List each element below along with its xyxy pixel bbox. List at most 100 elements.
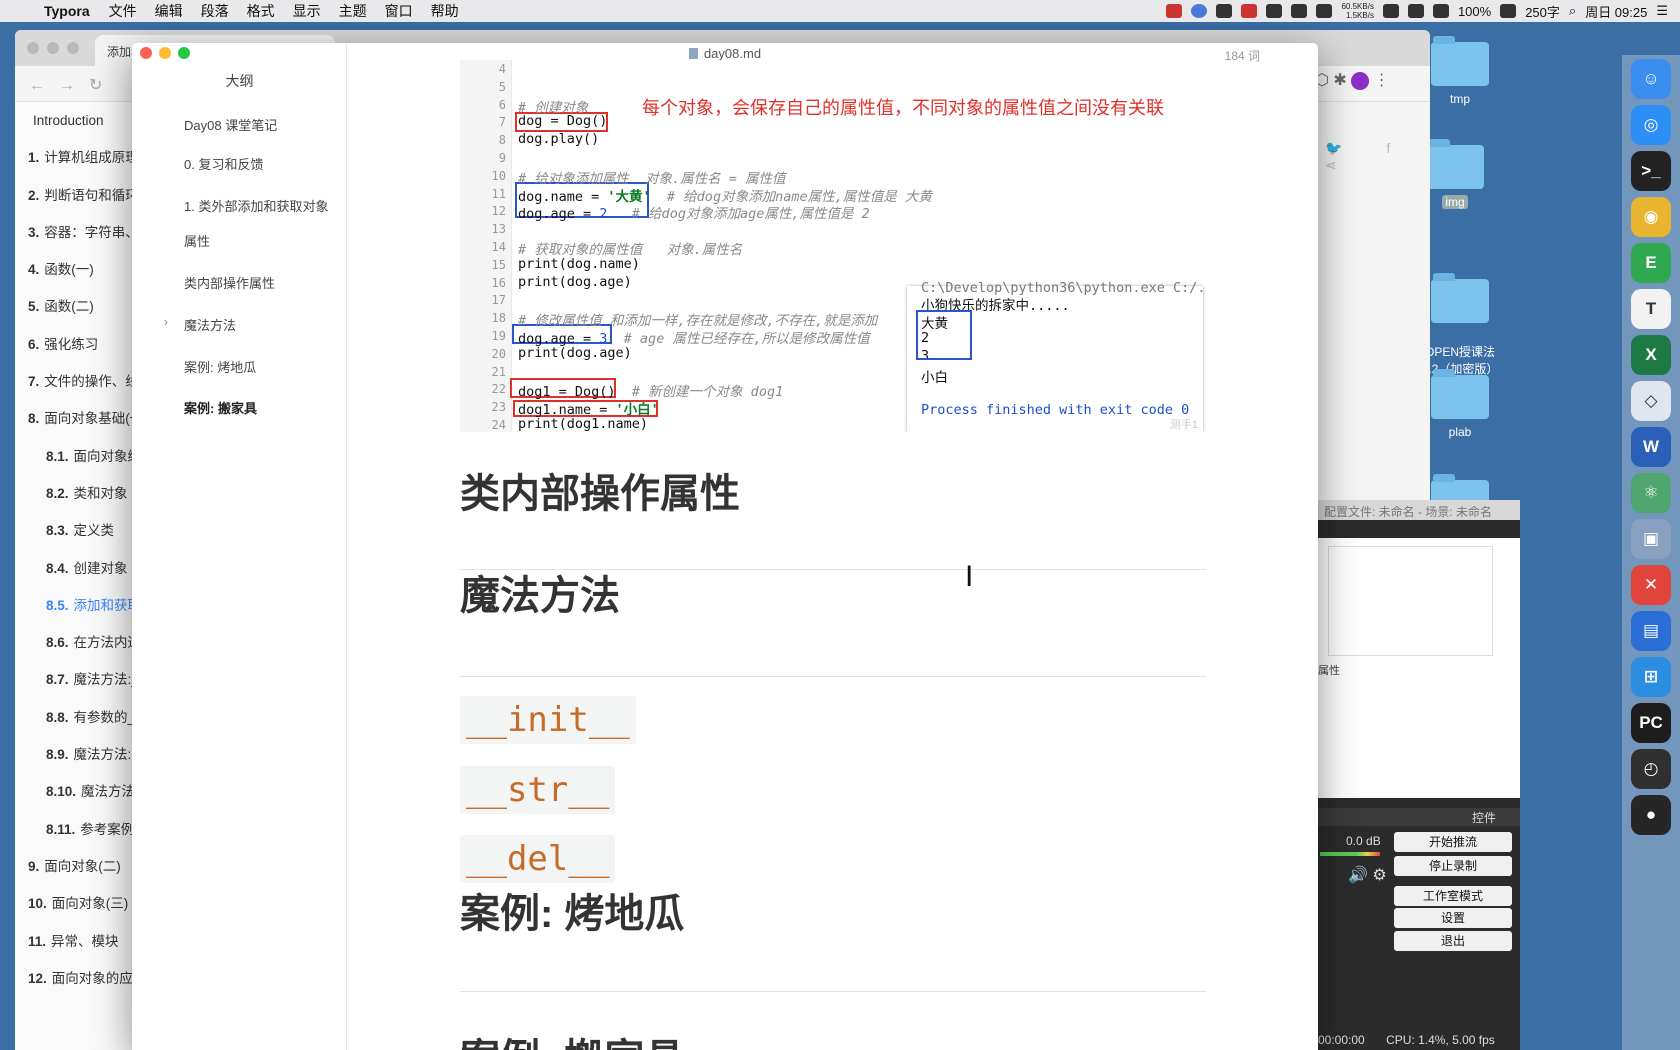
book-nav-item[interactable]: 11. 异常、模块	[15, 923, 135, 960]
book-nav-item[interactable]: 8.2. 类和对象	[15, 475, 135, 512]
typora-icon[interactable]: T	[1631, 289, 1671, 329]
atom-icon[interactable]: ⚛	[1631, 473, 1671, 513]
monitor-icon[interactable]	[1316, 4, 1333, 18]
book-nav-item[interactable]: 6. 强化练习	[15, 326, 135, 363]
desktop-folder-tmp[interactable]: tmp	[1420, 36, 1500, 106]
book-nav-item[interactable]: 8.1. 面向对象编	[15, 438, 135, 475]
settings-button[interactable]: 设置	[1394, 908, 1512, 928]
heading[interactable]: 案例: 搬家具	[460, 1026, 684, 1050]
tray-icon[interactable]	[1291, 4, 1308, 18]
menu-help[interactable]: 帮助	[422, 1, 468, 21]
app-menu[interactable]: Typora	[40, 3, 100, 19]
time-icon[interactable]: ◴	[1631, 749, 1671, 789]
nav-arrows-icon[interactable]: ←→↻	[29, 75, 116, 95]
word-count[interactable]: 184 词	[1225, 47, 1260, 64]
book-nav-item[interactable]: 8.4. 创建对象	[15, 550, 135, 587]
screenshot-icon[interactable]: ▣	[1631, 519, 1671, 559]
book-nav-item[interactable]: 7. 文件的操作、线	[15, 363, 135, 400]
zoom-button[interactable]	[178, 47, 190, 59]
studio-mode-button[interactable]: 工作室模式	[1394, 886, 1512, 906]
vm-icon[interactable]: ▤	[1631, 611, 1671, 651]
book-nav-item[interactable]: 8.11. 参考案例	[15, 811, 135, 848]
book-nav-item[interactable]: 8.5. 添加和获取	[15, 587, 135, 624]
share-icons[interactable]: 🐦 f ⋖	[1325, 140, 1430, 174]
book-nav-item[interactable]: 8.10. 魔法方法	[15, 773, 135, 810]
tray-icon[interactable]	[1407, 4, 1424, 18]
minimize-button[interactable]	[159, 47, 171, 59]
outline-item[interactable]: 案例: 烤地瓜	[184, 357, 256, 376]
zoom-dot[interactable]	[67, 42, 79, 54]
preview-icon[interactable]: ◇	[1631, 381, 1671, 421]
close-dot[interactable]	[27, 42, 39, 54]
desktop-folder-open[interactable]: OPEN授课法 1.2（加密版）	[1420, 265, 1500, 377]
tray-icon[interactable]	[1266, 4, 1283, 18]
excel-icon[interactable]: X	[1631, 335, 1671, 375]
book-nav-item[interactable]: Introduction	[15, 102, 135, 139]
obs-preview[interactable]: 属性	[1318, 538, 1520, 798]
menu-paragraph[interactable]: 段落	[192, 1, 238, 21]
obs-icon[interactable]: ●	[1631, 795, 1671, 835]
menu-theme[interactable]: 主题	[330, 1, 376, 21]
outline-item[interactable]: 1. 类外部添加和获取对象	[184, 196, 328, 215]
book-nav-item[interactable]: 8.9. 魔法方法:	[15, 736, 135, 773]
stop-record-button[interactable]: 停止录制	[1394, 856, 1512, 876]
book-nav-item[interactable]: 8.3. 定义类	[15, 512, 135, 549]
clock[interactable]: 周日 09:25	[1585, 2, 1647, 21]
finder-icon[interactable]: ☺	[1631, 59, 1671, 99]
list-icon[interactable]: ☰	[1656, 3, 1668, 19]
menu-window[interactable]: 窗口	[376, 1, 422, 21]
book-nav-item[interactable]: 8. 面向对象基础(一	[15, 400, 135, 437]
outline-item[interactable]: Day08 课堂笔记	[184, 115, 277, 134]
book-nav-item[interactable]: 8.8. 有参数的_	[15, 699, 135, 736]
xmind-icon[interactable]: ✕	[1631, 565, 1671, 605]
heading[interactable]: 案例: 烤地瓜	[460, 881, 684, 939]
menu-file[interactable]: 文件	[100, 1, 146, 21]
book-nav-item[interactable]: 4. 函数(一)	[15, 251, 135, 288]
book-nav-item[interactable]: 3. 容器：字符串、	[15, 214, 135, 251]
volume-icon[interactable]: 🔊 ⚙	[1348, 865, 1387, 885]
tray-icon[interactable]	[1382, 4, 1399, 18]
menu-view[interactable]: 显示	[284, 1, 330, 21]
outline-item[interactable]: 类内部操作属性	[184, 273, 275, 292]
obs-tray-icon[interactable]	[1216, 4, 1233, 18]
evernote-icon[interactable]: E	[1631, 243, 1671, 283]
word-icon[interactable]: W	[1631, 427, 1671, 467]
extension-icons[interactable]: ⬡ ✱ ⋮	[1315, 70, 1390, 90]
safari-icon[interactable]: ◎	[1631, 105, 1671, 145]
battery-icon[interactable]	[1500, 4, 1517, 18]
inline-code[interactable]: __str__	[460, 766, 616, 814]
pycharm-icon[interactable]: PC	[1631, 703, 1671, 743]
app-tray-icon[interactable]	[1191, 4, 1208, 18]
word-count-tray[interactable]: 250字	[1525, 2, 1560, 21]
pause-icon[interactable]	[1241, 4, 1258, 18]
exit-button[interactable]: 退出	[1394, 931, 1512, 951]
inline-code[interactable]: __init__	[460, 696, 636, 744]
windows-icon[interactable]: ⊞	[1631, 657, 1671, 697]
inline-code[interactable]: __del__	[460, 835, 616, 883]
outline-item-active[interactable]: 案例: 搬家具	[184, 398, 257, 417]
book-nav-item[interactable]: 9. 面向对象(二)	[15, 848, 135, 885]
outline-item[interactable]: 属性	[184, 231, 210, 250]
chevron-right-icon[interactable]: ›	[164, 315, 168, 329]
close-button[interactable]	[140, 47, 152, 59]
start-stream-button[interactable]: 开始推流	[1394, 832, 1512, 852]
outline-item[interactable]: 魔法方法	[184, 315, 236, 334]
heading[interactable]: 魔法方法	[460, 563, 620, 621]
book-nav-item[interactable]: 8.6. 在方法内通	[15, 624, 135, 661]
book-nav-item[interactable]: 8.7. 魔法方法:_	[15, 661, 135, 698]
book-nav-item[interactable]: 1. 计算机组成原理	[15, 139, 135, 176]
record-icon[interactable]	[1166, 4, 1183, 18]
minimize-dot[interactable]	[47, 42, 59, 54]
menu-edit[interactable]: 编辑	[146, 1, 192, 21]
outline-item[interactable]: 0. 复习和反馈	[184, 154, 263, 173]
search-icon[interactable]: ⌕	[1569, 3, 1576, 19]
terminal-icon[interactable]: >_	[1631, 151, 1671, 191]
desktop-folder-plab[interactable]: plab	[1420, 369, 1500, 439]
book-nav-item[interactable]: 5. 函数(二)	[15, 288, 135, 325]
book-nav-item[interactable]: 2. 判断语句和循环	[15, 177, 135, 214]
chrome-icon[interactable]: ◉	[1631, 197, 1671, 237]
book-nav-item[interactable]: 10. 面向对象(三)	[15, 885, 135, 922]
menu-format[interactable]: 格式	[238, 1, 284, 21]
wifi-icon[interactable]	[1432, 4, 1449, 18]
book-nav-item[interactable]: 12.面向对象的应用	[15, 960, 135, 997]
